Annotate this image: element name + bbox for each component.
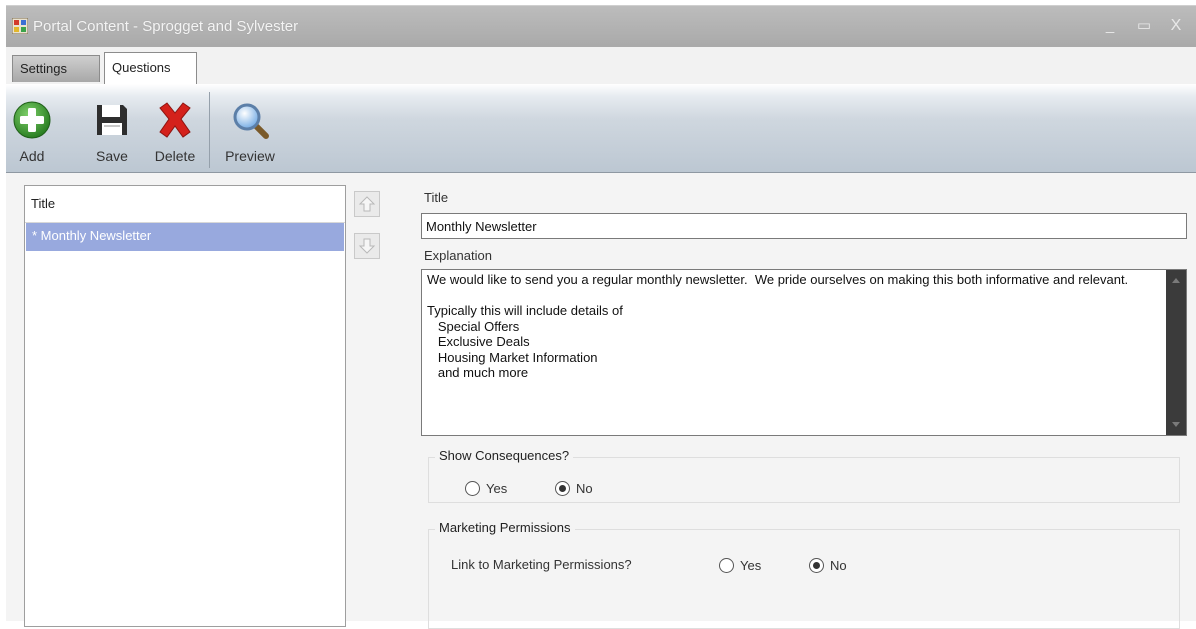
consequences-no-label[interactable]: No <box>576 481 593 496</box>
app-icon <box>12 18 28 34</box>
toolbar-separator <box>209 92 210 168</box>
preview-button[interactable]: Preview <box>218 100 282 168</box>
explanation-text[interactable]: We would like to send you a regular mont… <box>427 272 1157 381</box>
magnifier-icon <box>233 103 269 139</box>
consequences-yes-option[interactable]: Yes <box>465 478 507 498</box>
arrow-up-icon <box>358 196 376 212</box>
add-icon <box>13 101 51 139</box>
save-label: Save <box>96 148 128 164</box>
link-marketing-label: Link to Marketing Permissions? <box>451 557 632 572</box>
tab-settings[interactable]: Settings <box>12 55 100 82</box>
add-label: Add <box>19 148 45 164</box>
tab-strip: Settings Questions <box>6 47 1196 85</box>
explanation-textarea[interactable]: We would like to send you a regular mont… <box>421 269 1187 436</box>
marketing-no-radio[interactable] <box>809 557 824 573</box>
marketing-permissions-label: Marketing Permissions <box>435 520 575 535</box>
marketing-no-option[interactable]: No <box>809 555 847 575</box>
delete-label: Delete <box>154 148 196 164</box>
arrow-down-icon <box>358 238 376 254</box>
marketing-yes-radio[interactable] <box>719 557 734 573</box>
window-title: Portal Content - Sprogget and Sylvester <box>33 18 299 35</box>
content-area: Title * Monthly Newsletter Title Explana… <box>6 173 1196 629</box>
consequences-no-radio[interactable] <box>555 480 570 496</box>
explanation-scrollbar[interactable] <box>1166 270 1186 435</box>
move-down-button[interactable] <box>354 233 380 259</box>
preview-label: Preview <box>225 148 275 164</box>
show-consequences-group: Show Consequences? Yes No <box>428 448 1180 503</box>
consequences-yes-label[interactable]: Yes <box>486 481 507 496</box>
list-item[interactable]: * Monthly Newsletter <box>26 223 344 251</box>
minimize-button[interactable]: _ <box>1100 16 1120 36</box>
delete-button[interactable]: Delete <box>149 100 201 168</box>
marketing-permissions-group: Marketing Permissions Link to Marketing … <box>428 520 1180 629</box>
scroll-up-icon[interactable] <box>1172 278 1180 283</box>
marketing-no-label[interactable]: No <box>830 558 847 573</box>
consequences-no-option[interactable]: No <box>555 478 593 498</box>
scroll-down-icon[interactable] <box>1172 422 1180 427</box>
close-button[interactable]: X <box>1166 16 1186 36</box>
title-label: Title <box>424 190 449 205</box>
maximize-button[interactable]: ▭ <box>1134 16 1154 36</box>
toolbar: Add Save Delete Preview <box>6 84 1196 173</box>
move-up-button[interactable] <box>354 191 380 217</box>
question-list[interactable]: Title * Monthly Newsletter <box>24 185 346 627</box>
save-icon <box>97 105 127 135</box>
explanation-label: Explanation <box>424 248 492 263</box>
save-button[interactable]: Save <box>88 100 136 168</box>
consequences-yes-radio[interactable] <box>465 480 480 496</box>
show-consequences-label: Show Consequences? <box>435 448 574 463</box>
marketing-yes-label[interactable]: Yes <box>740 558 761 573</box>
marketing-yes-option[interactable]: Yes <box>719 555 761 575</box>
title-input[interactable] <box>421 213 1187 239</box>
tab-questions[interactable]: Questions <box>104 52 197 85</box>
window-title-bar: Portal Content - Sprogget and Sylvester … <box>6 5 1196 48</box>
delete-icon <box>159 102 191 138</box>
list-column-header[interactable]: Title <box>31 196 55 211</box>
add-button[interactable]: Add <box>8 100 56 168</box>
